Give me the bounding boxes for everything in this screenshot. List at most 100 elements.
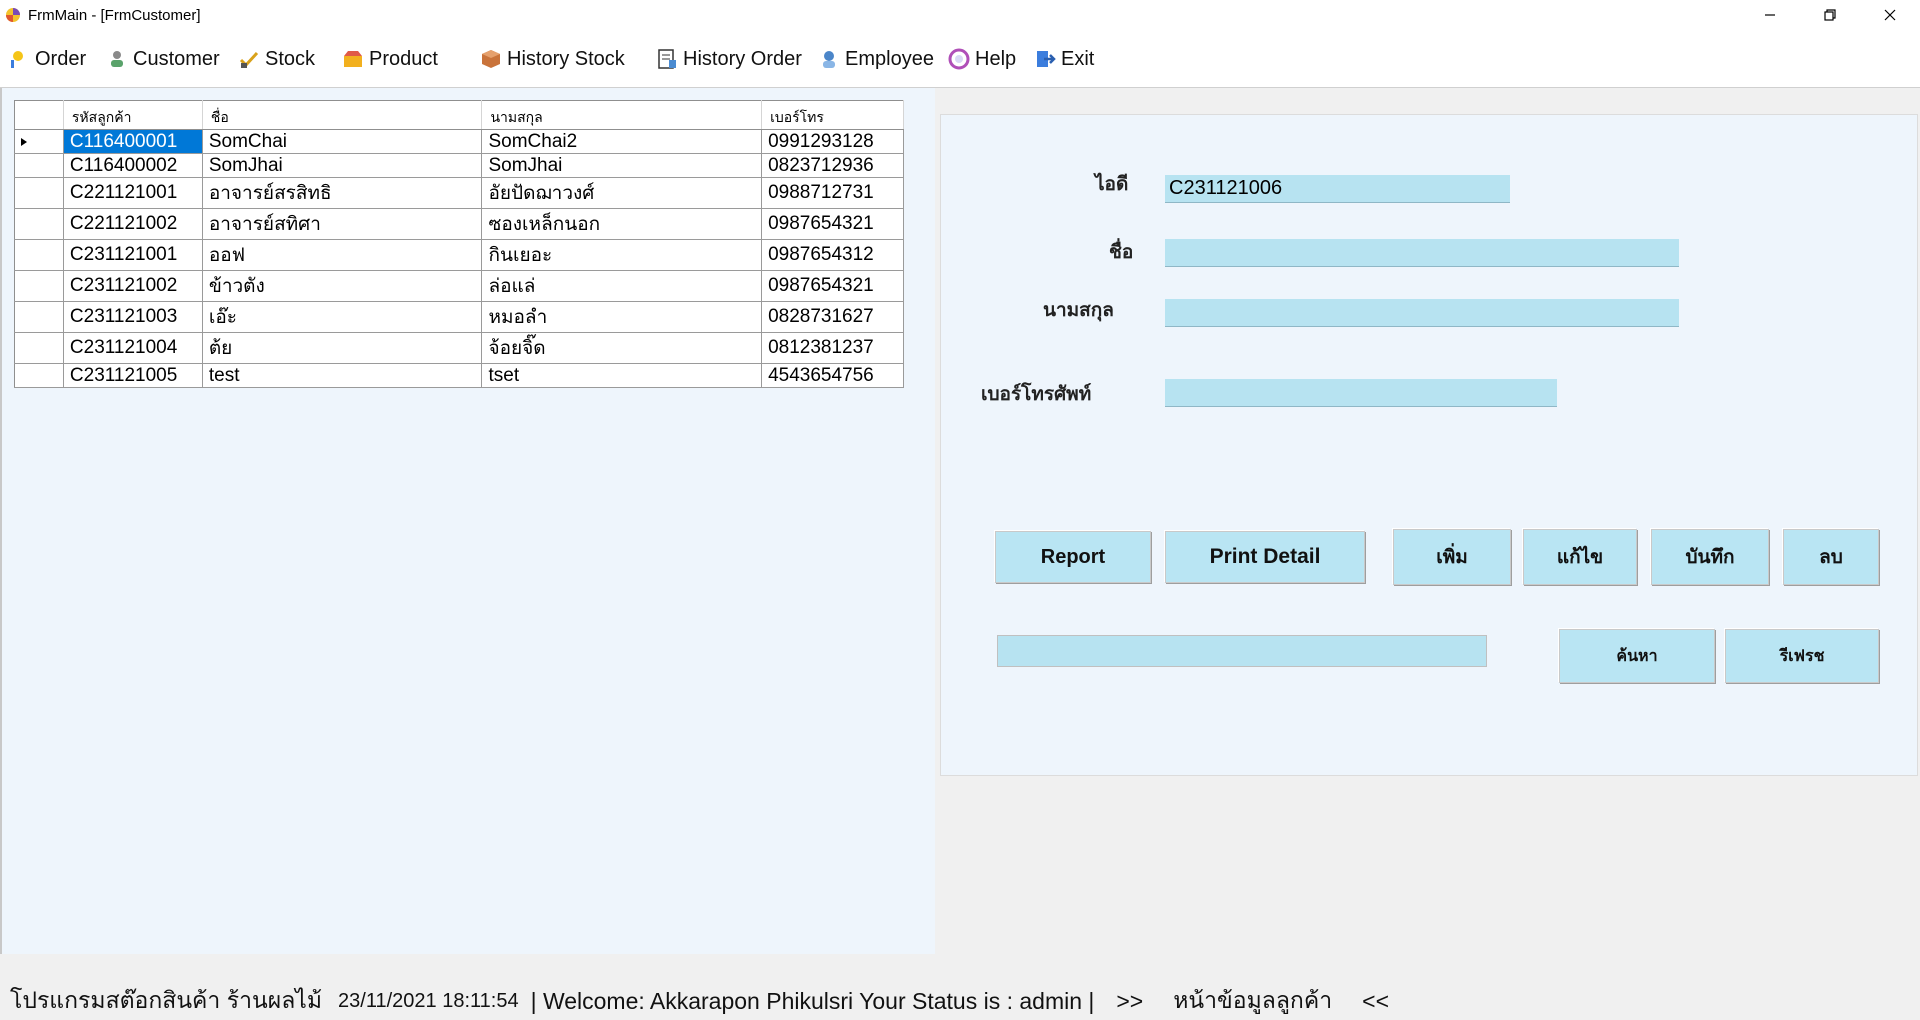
cell-phone[interactable]: 0987654312 <box>761 239 904 271</box>
grid-header-row: รหัสลูกค้า ชื่อ นามสกุล เบอร์โทร <box>14 100 904 130</box>
menu-item-help[interactable]: Help <box>948 42 1016 76</box>
row-header[interactable] <box>14 332 64 364</box>
cell-phone[interactable]: 0823712936 <box>761 153 904 178</box>
surname-field[interactable] <box>1165 299 1679 327</box>
menu-label-customer: Customer <box>133 47 220 70</box>
cell-name[interactable]: SomChai <box>202 129 483 154</box>
cell-name[interactable]: ข้าวตัง <box>202 270 483 302</box>
cell-name[interactable]: ต้ย <box>202 332 483 364</box>
table-row[interactable]: C231121001 ออฟ กินเยอะ 0987654312 <box>14 239 904 271</box>
cell-customer-id[interactable]: C221121002 <box>63 208 203 240</box>
cell-surname[interactable]: ซองเหล็กนอก <box>481 208 763 240</box>
cell-phone[interactable]: 0987654321 <box>761 270 904 302</box>
order-icon <box>11 51 23 68</box>
table-row[interactable]: C116400002 SomJhai SomJhai 0823712936 <box>14 153 904 178</box>
cell-name[interactable]: ออฟ <box>202 239 483 271</box>
cell-surname[interactable]: หมอลํา <box>481 301 763 333</box>
cell-name[interactable]: test <box>202 363 483 388</box>
print-detail-button[interactable]: Print Detail <box>1165 531 1365 583</box>
phone-field[interactable] <box>1165 379 1557 407</box>
search-input[interactable] <box>997 635 1487 667</box>
cell-customer-id[interactable]: C116400002 <box>63 153 203 178</box>
customer-icon <box>111 51 123 67</box>
delete-button[interactable]: ลบ <box>1783 529 1879 585</box>
cell-surname[interactable]: SomChai2 <box>481 129 763 154</box>
row-header[interactable] <box>14 363 64 388</box>
table-row[interactable]: C231121002 ข้าวตัง ล่อแล่ 0987654321 <box>14 270 904 302</box>
cell-surname[interactable]: อัยปัดฌาวงศ์ <box>481 177 763 209</box>
cell-customer-id[interactable]: C231121002 <box>63 270 203 302</box>
history-stock-icon <box>482 50 500 68</box>
cell-surname[interactable]: จ้อยจิ๊ด <box>481 332 763 364</box>
cell-phone[interactable]: 0987654321 <box>761 208 904 240</box>
customer-form-pane: ไอดี ชื่อ นามสกุล เบอร์โทรศัพท์ Report P… <box>940 114 1918 776</box>
table-row[interactable]: C221121002 อาจารย์สทิศา ซองเหล็กนอก 0987… <box>14 208 904 240</box>
row-header-selected[interactable] <box>14 129 64 154</box>
cell-customer-id[interactable]: C231121004 <box>63 332 203 364</box>
save-button[interactable]: บันทึก <box>1651 529 1769 585</box>
column-header-name[interactable]: ชื่อ <box>202 100 483 130</box>
cell-customer-id[interactable]: C231121005 <box>63 363 203 388</box>
cell-surname[interactable]: กินเยอะ <box>481 239 763 271</box>
surname-label: นามสกุล <box>1043 300 1114 321</box>
row-header[interactable] <box>14 208 64 240</box>
cell-name[interactable]: อาจารย์สทิศา <box>202 208 483 240</box>
status-bar: โปรแกรมสต๊อกสินค้า ร้านผลไม้ 23/11/2021 … <box>0 982 1920 1020</box>
cell-surname[interactable]: SomJhai <box>481 153 763 178</box>
menu-item-employee[interactable]: Employee <box>818 42 934 76</box>
row-header[interactable] <box>14 153 64 178</box>
table-row[interactable]: C231121003 เอ๊ะ หมอลํา 0828731627 <box>14 301 904 333</box>
cell-name[interactable]: SomJhai <box>202 153 483 178</box>
menu-bar: Order Customer Stock Product History Sto… <box>0 30 1920 88</box>
search-button[interactable]: ค้นหา <box>1559 629 1715 683</box>
cell-name[interactable]: อาจารย์สรสิทธิ <box>202 177 483 209</box>
add-button[interactable]: เพิ่ม <box>1393 529 1511 585</box>
cell-surname[interactable]: ล่อแล่ <box>481 270 763 302</box>
minimize-button[interactable] <box>1740 0 1800 30</box>
cell-phone[interactable]: 0812381237 <box>761 332 904 364</box>
cell-customer-id[interactable]: C116400001 <box>63 129 203 154</box>
stock-icon <box>239 51 259 68</box>
cell-customer-id[interactable]: C231121001 <box>63 239 203 271</box>
cell-customer-id[interactable]: C231121003 <box>63 301 203 333</box>
table-row[interactable]: C231121005 test tset 4543654756 <box>14 363 904 388</box>
restore-button[interactable] <box>1800 0 1860 30</box>
cell-phone[interactable]: 0828731627 <box>761 301 904 333</box>
menu-item-history-order[interactable]: History Order <box>656 42 802 76</box>
menu-item-customer[interactable]: Customer <box>106 42 220 76</box>
row-header[interactable] <box>14 177 64 209</box>
cell-name[interactable]: เอ๊ะ <box>202 301 483 333</box>
customer-grid[interactable]: รหัสลูกค้า ชื่อ นามสกุล เบอร์โทร C116400… <box>14 100 904 388</box>
cell-phone[interactable]: 4543654756 <box>761 363 904 388</box>
close-button[interactable] <box>1860 0 1920 30</box>
menu-item-exit[interactable]: Exit <box>1034 42 1094 76</box>
refresh-button[interactable]: รีเฟรช <box>1725 629 1879 683</box>
row-header[interactable] <box>14 301 64 333</box>
edit-button[interactable]: แก้ไข <box>1523 529 1637 585</box>
cell-customer-id[interactable]: C221121001 <box>63 177 203 209</box>
table-row[interactable]: C221121001 อาจารย์สรสิทธิ อัยปัดฌาวงศ์ 0… <box>14 177 904 209</box>
name-field[interactable] <box>1165 239 1679 267</box>
row-header[interactable] <box>14 239 64 271</box>
status-page-name: หน้าข้อมูลลูกค้า <box>1173 987 1333 1013</box>
row-header[interactable] <box>14 270 64 302</box>
menu-item-history-stock[interactable]: History Stock <box>480 42 625 76</box>
report-button[interactable]: Report <box>995 531 1151 583</box>
cell-surname[interactable]: tset <box>481 363 763 388</box>
menu-item-order[interactable]: Order <box>8 42 86 76</box>
column-header-phone[interactable]: เบอร์โทร <box>761 100 904 130</box>
column-header-customer-id[interactable]: รหัสลูกค้า <box>63 100 203 130</box>
menu-label-employee: Employee <box>845 47 934 70</box>
id-field[interactable] <box>1165 175 1510 203</box>
close-icon <box>1884 9 1896 21</box>
cell-phone[interactable]: 0991293128 <box>761 129 904 154</box>
menu-item-stock[interactable]: Stock <box>238 42 315 76</box>
menu-item-product[interactable]: Product <box>342 42 438 76</box>
column-header-surname[interactable]: นามสกุล <box>481 100 763 130</box>
menu-label-exit: Exit <box>1061 47 1095 70</box>
menu-label-help: Help <box>975 47 1017 70</box>
table-row[interactable]: C116400001 SomChai SomChai2 0991293128 <box>14 129 904 154</box>
table-row[interactable]: C231121004 ต้ย จ้อยจิ๊ด 0812381237 <box>14 332 904 364</box>
name-label: ชื่อ <box>1109 242 1134 263</box>
cell-phone[interactable]: 0988712731 <box>761 177 904 209</box>
